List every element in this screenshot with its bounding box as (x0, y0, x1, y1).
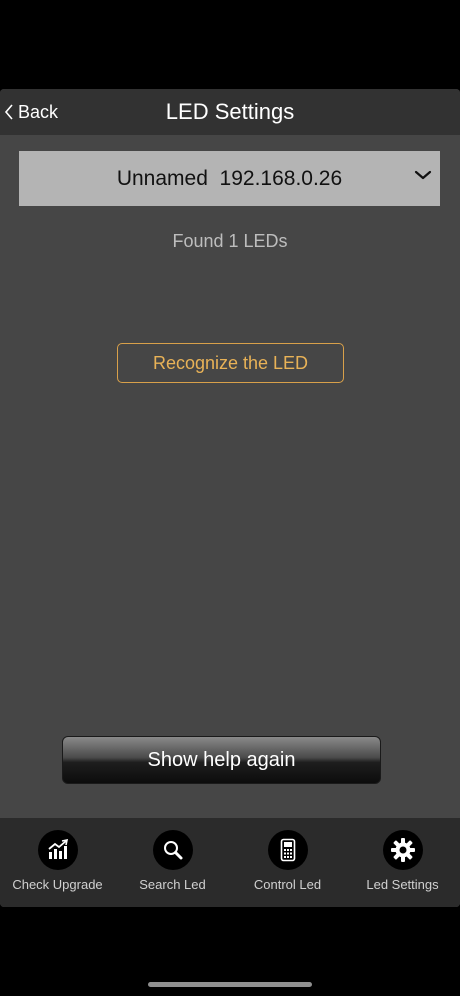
search-icon (152, 830, 193, 870)
back-button[interactable]: Back (4, 89, 58, 135)
device-dropdown-value: Unnamed 192.168.0.26 (116, 166, 343, 190)
tab-led-settings[interactable]: Led Settings (345, 818, 460, 907)
recognize-led-button[interactable]: Recognize the LED (117, 343, 344, 383)
tab-bar: Check Upgrade Search Led Control Led Led… (0, 818, 460, 907)
page-title: LED Settings (165, 99, 295, 124)
found-leds-status: Found 1 LEDs (172, 231, 288, 251)
tab-label: Search Led (139, 877, 206, 892)
show-help-button[interactable]: Show help again (62, 736, 381, 784)
chart-up-icon (37, 830, 78, 870)
tab-control-led[interactable]: Control Led (230, 818, 345, 907)
tab-label: Control Led (253, 877, 322, 892)
screen: Back LED Settings Unnamed 192.168.0.26 F… (0, 0, 460, 996)
back-label: Back (18, 101, 59, 122)
home-indicator[interactable] (148, 982, 312, 987)
navigation-bar: Back LED Settings (0, 89, 460, 135)
gear-icon (382, 830, 423, 870)
chevron-left-icon (4, 104, 13, 120)
tab-check-upgrade[interactable]: Check Upgrade (0, 818, 115, 907)
chevron-down-icon (414, 170, 432, 180)
tab-label: Check Upgrade (12, 877, 103, 892)
tab-search-led[interactable]: Search Led (115, 818, 230, 907)
tab-label: Led Settings (366, 877, 439, 892)
remote-icon (267, 830, 308, 870)
app-window: Back LED Settings Unnamed 192.168.0.26 F… (0, 89, 460, 907)
device-dropdown[interactable]: Unnamed 192.168.0.26 (19, 151, 440, 206)
